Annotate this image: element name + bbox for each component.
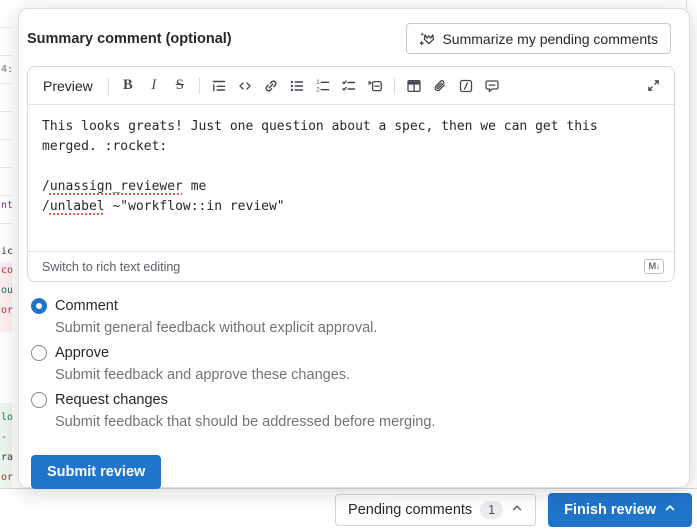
table-icon — [406, 78, 422, 94]
italic-button[interactable]: I — [141, 73, 167, 99]
review-type-options: Comment Submit general feedback without … — [27, 296, 675, 432]
comment-line — [42, 157, 658, 177]
modal-title: Summary comment (optional) — [27, 31, 232, 47]
radio-request-changes[interactable] — [31, 392, 47, 408]
approve-radio-row[interactable]: Approve — [31, 343, 675, 363]
diff-fragment: or — [1, 472, 13, 483]
link-button[interactable] — [258, 73, 284, 99]
option-description: Submit feedback that should be addressed… — [31, 412, 675, 432]
numbered-list-button[interactable]: 12 — [310, 73, 336, 99]
collapsible-section-icon — [367, 78, 383, 94]
pending-count-badge: 1 — [480, 501, 503, 519]
diff-rows — [0, 0, 12, 262]
switch-to-rich-text-link[interactable]: Switch to rich text editing — [42, 260, 180, 274]
svg-text:1: 1 — [316, 80, 320, 86]
diff-fragment: ra — [1, 452, 13, 463]
option-label: Approve — [55, 345, 109, 361]
diff-fragment: - — [1, 432, 7, 443]
table-button[interactable] — [401, 73, 427, 99]
fullscreen-button[interactable] — [640, 73, 666, 99]
numbered-list-icon: 12 — [315, 78, 331, 94]
quote-button[interactable] — [206, 73, 232, 99]
option-request-changes: Request changes Submit feedback that sho… — [31, 390, 675, 432]
chevron-up-icon — [664, 502, 676, 518]
submit-review-label: Submit review — [47, 464, 145, 480]
background-diff-strip: 4: nt ic co ou or lo - ra or — [0, 0, 12, 531]
task-list-icon — [341, 78, 357, 94]
radio-comment[interactable] — [31, 298, 47, 314]
quick-action-icon — [458, 78, 474, 94]
quote-icon — [211, 78, 227, 94]
page-divider — [686, 0, 687, 9]
code-icon — [237, 78, 253, 94]
quick-action-button[interactable] — [453, 73, 479, 99]
page: 4: nt ic co ou or lo - ra or Pending com… — [0, 0, 697, 531]
toolbar-separator — [394, 78, 395, 94]
radio-approve[interactable] — [31, 345, 47, 361]
modal-header: Summary comment (optional) Summarize my … — [27, 23, 675, 54]
markdown-icon[interactable]: M↓ — [644, 259, 664, 274]
task-list-button[interactable] — [336, 73, 362, 99]
summarize-pending-comments-button[interactable]: Summarize my pending comments — [406, 23, 671, 54]
comment-icon — [484, 78, 500, 94]
submit-review-modal: Summary comment (optional) Summarize my … — [18, 8, 690, 488]
collapsible-section-button[interactable] — [362, 73, 388, 99]
comment-textarea[interactable]: This looks greats! Just one question abo… — [28, 105, 674, 251]
pending-comments-button[interactable]: Pending comments 1 — [335, 494, 536, 526]
finish-review-button[interactable]: Finish review — [548, 493, 692, 527]
diff-fragment: ou — [1, 285, 13, 296]
strikethrough-button[interactable]: S — [167, 73, 193, 99]
chevron-up-icon — [511, 502, 523, 518]
request-changes-radio-row[interactable]: Request changes — [31, 390, 675, 410]
editor-toolbar: Preview B I S 12 — [28, 67, 674, 105]
toolbar-separator — [199, 78, 200, 94]
diff-fragment: co — [1, 265, 13, 276]
misspelled-word: unassign_reviewer — [50, 179, 183, 194]
comment-line: /unlabel ~"workflow::in review" — [42, 197, 658, 217]
review-bar: Pending comments 1 Finish review — [0, 488, 697, 531]
comment-line: merged. :rocket: — [42, 137, 658, 157]
option-label: Comment — [55, 298, 118, 314]
link-icon — [263, 78, 279, 94]
tanuki-ai-icon — [419, 31, 435, 47]
editor-footer: Switch to rich text editing M↓ — [28, 251, 674, 281]
attach-file-button[interactable] — [427, 73, 453, 99]
comment-template-button[interactable] — [479, 73, 505, 99]
toolbar-separator — [108, 78, 109, 94]
paperclip-icon — [432, 78, 448, 94]
finish-review-label: Finish review — [564, 502, 656, 518]
misspelled-word: unlabel — [50, 199, 105, 214]
option-label: Request changes — [55, 392, 168, 408]
diff-fragment: or — [1, 305, 13, 316]
markdown-editor: Preview B I S 12 — [27, 66, 675, 282]
diff-fragment: nt — [1, 200, 13, 211]
option-comment: Comment Submit general feedback without … — [31, 296, 675, 338]
diff-fragment: ic — [1, 246, 13, 257]
comment-line: This looks greats! Just one question abo… — [42, 117, 658, 137]
bullet-list-icon — [289, 78, 305, 94]
svg-text:2: 2 — [316, 87, 320, 93]
summarize-label: Summarize my pending comments — [442, 31, 658, 47]
comment-radio-row[interactable]: Comment — [31, 296, 675, 316]
code-button[interactable] — [232, 73, 258, 99]
pending-comments-label: Pending comments — [348, 502, 472, 518]
option-approve: Approve Submit feedback and approve thes… — [31, 343, 675, 385]
bullet-list-button[interactable] — [284, 73, 310, 99]
expand-icon — [646, 78, 661, 93]
option-description: Submit feedback and approve these change… — [31, 365, 675, 385]
comment-line: /unassign_reviewer me — [42, 177, 658, 197]
diff-fragment: 4: — [1, 64, 13, 75]
bold-button[interactable]: B — [115, 73, 141, 99]
option-description: Submit general feedback without explicit… — [31, 318, 675, 338]
submit-review-button[interactable]: Submit review — [31, 455, 161, 489]
preview-tab[interactable]: Preview — [34, 73, 102, 99]
diff-fragment: lo — [1, 412, 13, 423]
